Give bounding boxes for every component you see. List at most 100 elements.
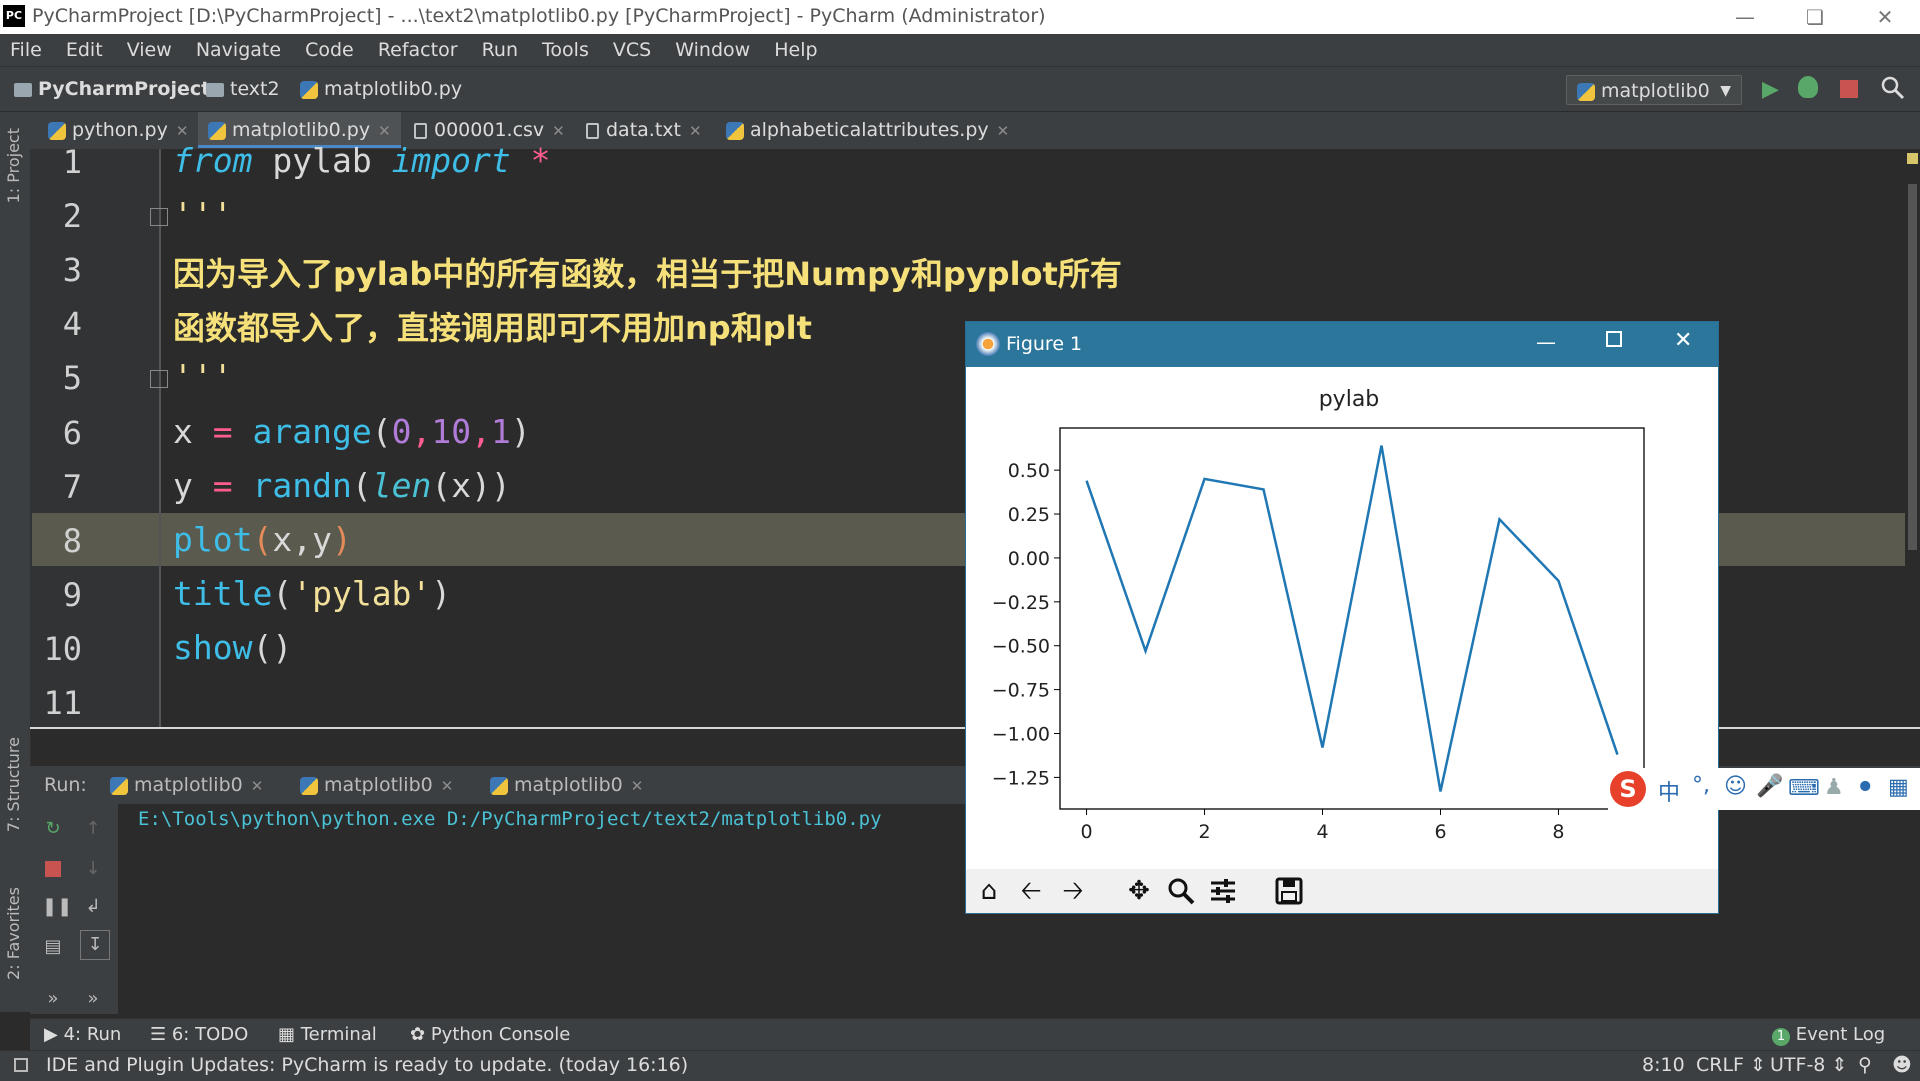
close-tab-icon[interactable]: ✕ bbox=[552, 122, 565, 140]
stop-icon[interactable] bbox=[42, 858, 64, 880]
skin-icon[interactable]: ⚫ bbox=[1856, 775, 1874, 800]
menu-code[interactable]: Code bbox=[305, 34, 354, 66]
close-button[interactable]: ✕ bbox=[1674, 328, 1692, 353]
event-log-tool-button[interactable]: 1 Event Log bbox=[1772, 1024, 1885, 1046]
punctuation-icon[interactable]: °, bbox=[1692, 773, 1710, 798]
run-tab-3[interactable]: matplotlib0 ✕ bbox=[490, 774, 643, 796]
close-tab-icon[interactable]: ✕ bbox=[689, 122, 702, 140]
y-tick-label: −1.25 bbox=[992, 767, 1050, 789]
up-arrow-icon[interactable]: ↑ bbox=[82, 818, 104, 840]
folder-icon bbox=[206, 82, 224, 97]
todo-tool-button[interactable]: ☰ 6: TODO bbox=[150, 1024, 248, 1045]
ime-mode-toggle[interactable]: 中 bbox=[1658, 775, 1680, 807]
menu-help[interactable]: Help bbox=[774, 34, 817, 66]
terminal-tool-button[interactable]: ▦ Terminal bbox=[278, 1024, 377, 1045]
configure-subplots-icon[interactable] bbox=[1204, 873, 1242, 909]
file-icon bbox=[414, 122, 427, 139]
run-configuration-select[interactable]: matplotlib0 ▼ bbox=[1566, 75, 1742, 105]
menu-navigate[interactable]: Navigate bbox=[196, 34, 281, 66]
run-icon[interactable]: ▶ bbox=[1762, 77, 1779, 102]
user-icon[interactable]: ♟ bbox=[1824, 775, 1844, 800]
menu-view[interactable]: View bbox=[127, 34, 172, 66]
window-title: PyCharmProject [D:\PyCharmProject] - ...… bbox=[32, 5, 1046, 27]
toolbox-icon[interactable]: ▦ bbox=[1888, 775, 1909, 800]
close-tab-icon[interactable]: ✕ bbox=[631, 777, 644, 795]
emoji-icon[interactable]: ☺ bbox=[1724, 774, 1747, 799]
lock-icon[interactable]: ⚲ bbox=[1858, 1054, 1872, 1076]
close-tab-icon[interactable]: ✕ bbox=[997, 122, 1010, 140]
line-number: 6 bbox=[62, 414, 82, 452]
toggle-tool-windows-icon[interactable] bbox=[14, 1058, 28, 1072]
more-icon[interactable]: » bbox=[42, 988, 64, 1010]
structure-tool-button[interactable]: 7: Structure bbox=[4, 737, 23, 832]
matplotlib-logo-icon bbox=[976, 332, 1000, 356]
caret-position[interactable]: 8:10 bbox=[1642, 1054, 1685, 1076]
scrollbar-thumb[interactable] bbox=[1908, 184, 1917, 550]
y-tick-label: 0.50 bbox=[1008, 460, 1050, 482]
layout-icon[interactable]: ▤ bbox=[42, 936, 64, 958]
menu-edit[interactable]: Edit bbox=[66, 34, 103, 66]
close-tab-icon[interactable]: ✕ bbox=[176, 122, 189, 140]
python-console-tool-button[interactable]: ✿ Python Console bbox=[410, 1024, 570, 1045]
down-arrow-icon[interactable]: ↓ bbox=[82, 858, 104, 880]
home-icon[interactable]: ⌂ bbox=[970, 873, 1008, 909]
zoom-icon[interactable] bbox=[1162, 873, 1200, 909]
keyboard-icon[interactable]: ⌨ bbox=[1788, 776, 1820, 801]
microphone-icon[interactable]: 🎤 bbox=[1756, 774, 1783, 799]
code-line-4: 函数都导入了，直接调用即可不用加np和plt bbox=[173, 309, 812, 347]
menu-vcs[interactable]: VCS bbox=[613, 34, 651, 66]
more-icon[interactable]: » bbox=[82, 988, 104, 1010]
sogou-logo-icon[interactable]: S bbox=[1610, 771, 1646, 807]
back-arrow-icon[interactable]: 🡠 bbox=[1012, 873, 1050, 909]
chart-title: pylab bbox=[1319, 387, 1380, 412]
minimize-button[interactable]: — bbox=[1710, 0, 1780, 34]
figure-canvas[interactable]: pylab 0.50 0.25 0.00 −0.25 −0.50 −0.75 −1.00 −1… bbox=[966, 367, 1718, 869]
fold-marker-icon[interactable] bbox=[150, 208, 168, 226]
tab-data-txt[interactable]: data.txt ✕ bbox=[576, 112, 712, 148]
menu-tools[interactable]: Tools bbox=[542, 34, 589, 66]
close-button[interactable]: ✕ bbox=[1850, 0, 1920, 34]
breadcrumb-project[interactable]: PyCharmProject bbox=[14, 78, 210, 100]
pan-icon[interactable]: ✥ bbox=[1120, 873, 1158, 909]
inspector-icon[interactable]: ☻ bbox=[1892, 1054, 1912, 1076]
scroll-to-end-icon[interactable]: ↧ bbox=[80, 930, 110, 960]
y-tick-label: 0.25 bbox=[1008, 504, 1050, 526]
code-line-9: title('pylab') bbox=[173, 574, 452, 613]
editor-scrollbar[interactable] bbox=[1905, 149, 1920, 729]
breadcrumb-file[interactable]: matplotlib0.py bbox=[300, 78, 462, 100]
menu-refactor[interactable]: Refactor bbox=[378, 34, 458, 66]
rerun-icon[interactable]: ↻ bbox=[42, 818, 64, 840]
fold-marker-icon[interactable] bbox=[150, 370, 168, 388]
favorites-tool-button[interactable]: 2: Favorites bbox=[4, 887, 23, 980]
code-line-6: x = arange(0,10,1) bbox=[173, 412, 531, 451]
file-encoding[interactable]: UTF-8 ⇕ bbox=[1770, 1054, 1847, 1076]
menu-window[interactable]: Window bbox=[675, 34, 750, 66]
line-number: 5 bbox=[62, 359, 82, 397]
menu-run[interactable]: Run bbox=[482, 34, 518, 66]
menu-file[interactable]: File bbox=[10, 34, 42, 66]
restore-button[interactable]: ❏ bbox=[1780, 0, 1850, 34]
status-message[interactable]: IDE and Plugin Updates: PyCharm is ready… bbox=[46, 1054, 688, 1076]
tab-alphabeticalattributes-py[interactable]: alphabeticalattributes.py ✕ bbox=[716, 112, 1019, 148]
close-tab-icon[interactable]: ✕ bbox=[378, 122, 391, 140]
close-tab-icon[interactable]: ✕ bbox=[441, 777, 454, 795]
maximize-button[interactable] bbox=[1606, 331, 1622, 347]
run-tab-1[interactable]: matplotlib0 ✕ bbox=[110, 774, 263, 796]
save-icon[interactable] bbox=[1270, 873, 1308, 909]
line-separator[interactable]: CRLF ⇕ bbox=[1696, 1054, 1766, 1076]
status-bar: IDE and Plugin Updates: PyCharm is ready… bbox=[0, 1050, 1920, 1081]
fold-guide bbox=[159, 149, 161, 727]
forward-arrow-icon[interactable]: 🡢 bbox=[1054, 873, 1092, 909]
project-tool-button[interactable]: 1: Project bbox=[4, 128, 23, 203]
soft-wrap-icon[interactable]: ↲ bbox=[82, 896, 104, 918]
search-icon[interactable] bbox=[1880, 75, 1906, 101]
stop-icon[interactable] bbox=[1840, 80, 1858, 98]
debug-icon[interactable] bbox=[1798, 76, 1818, 98]
code-line-2: ''' bbox=[173, 195, 233, 234]
breadcrumb-folder[interactable]: text2 bbox=[206, 78, 280, 100]
pause-icon[interactable]: ❚❚ bbox=[42, 896, 72, 918]
close-tab-icon[interactable]: ✕ bbox=[251, 777, 264, 795]
minimize-button[interactable]: — bbox=[1536, 330, 1556, 354]
run-tab-2[interactable]: matplotlib0 ✕ bbox=[300, 774, 453, 796]
run-tool-button[interactable]: ▶ 4: Run bbox=[44, 1024, 121, 1045]
